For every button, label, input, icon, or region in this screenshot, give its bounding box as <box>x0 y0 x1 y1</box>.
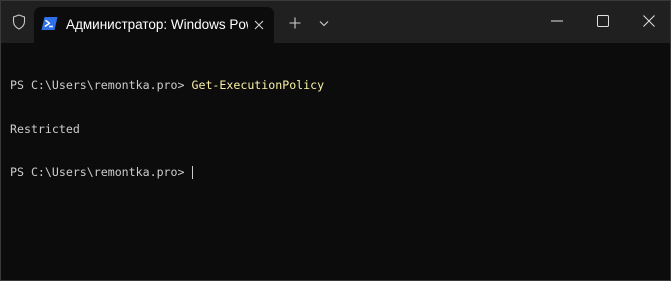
shield-icon <box>9 12 29 32</box>
tab-powershell[interactable]: Администратор: Windows PowerShell <box>34 7 274 43</box>
terminal-line: PS C:\Users\remontka.pro> Get-ExecutionP… <box>10 78 660 93</box>
title-bar[interactable]: Администратор: Windows PowerShell <box>1 1 670 43</box>
tab-dropdown-button[interactable] <box>314 12 334 34</box>
minimize-icon <box>551 20 563 22</box>
plus-icon <box>289 17 301 29</box>
maximize-button[interactable] <box>580 1 626 41</box>
command-text: Get-ExecutionPolicy <box>191 78 325 92</box>
minimize-button[interactable] <box>534 1 580 41</box>
terminal-window: Администратор: Windows PowerShell <box>0 0 671 281</box>
terminal-output[interactable]: PS C:\Users\remontka.pro> Get-ExecutionP… <box>10 49 660 209</box>
text-cursor <box>192 165 194 179</box>
close-icon <box>643 15 655 27</box>
new-tab-button[interactable] <box>284 12 306 34</box>
prompt: PS C:\Users\remontka.pro> <box>10 78 192 92</box>
terminal-line: PS C:\Users\remontka.pro> <box>10 165 660 180</box>
close-icon[interactable] <box>248 15 270 35</box>
terminal-line: Restricted <box>10 122 660 137</box>
powershell-icon <box>41 16 58 31</box>
maximize-icon <box>597 15 609 27</box>
close-window-button[interactable] <box>626 1 670 41</box>
prompt: PS C:\Users\remontka.pro> <box>10 165 192 179</box>
chevron-down-icon <box>319 20 329 26</box>
command-output: Restricted <box>10 121 80 136</box>
tab-title: Администратор: Windows PowerShell <box>66 17 256 32</box>
